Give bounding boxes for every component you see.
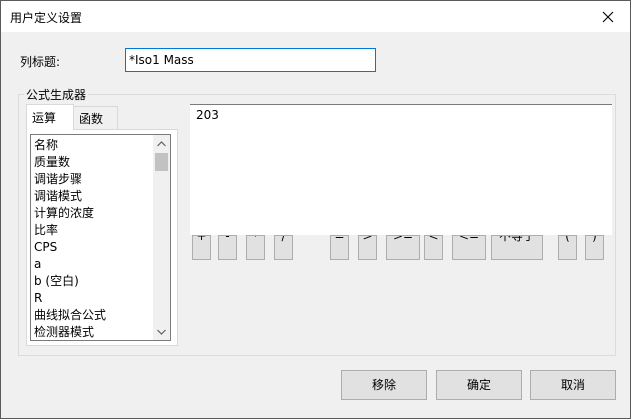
scroll-down-button[interactable] bbox=[153, 323, 170, 340]
operator-label: <= bbox=[458, 235, 480, 243]
variable-list: 名称 质量数 调谐步骤 调谐模式 计算的浓度 比率 CPS a b (空白) R… bbox=[34, 137, 152, 340]
title-bar: 用户定义设置 bbox=[1, 1, 630, 32]
list-item[interactable]: 质量数 bbox=[34, 154, 152, 171]
scroll-thumb[interactable] bbox=[155, 153, 168, 171]
operator-divide-button[interactable]: / bbox=[274, 235, 293, 260]
operator-label: + bbox=[196, 235, 207, 243]
dialog-window: 用户定义设置 列标题: *Iso1 Mass 公式生成器 函数 运算 名称 质量… bbox=[0, 0, 631, 419]
operator-label: < bbox=[428, 235, 439, 243]
operator-less-equal-button[interactable]: <= bbox=[452, 235, 486, 260]
list-item[interactable]: 曲线拟合公式 bbox=[34, 307, 152, 324]
list-item[interactable]: CPS bbox=[34, 239, 152, 256]
operator-greater-equal-button[interactable]: >= bbox=[386, 235, 420, 260]
operator-not-equal-button[interactable]: 不等于 bbox=[491, 235, 543, 260]
list-item[interactable]: b (空白) bbox=[34, 273, 152, 290]
column-title-label: 列标题: bbox=[20, 55, 61, 69]
list-item[interactable]: 比率 bbox=[34, 222, 152, 239]
operator-plus-button[interactable]: + bbox=[192, 235, 211, 260]
operator-label: ( bbox=[565, 235, 570, 243]
operator-label: / bbox=[281, 235, 286, 243]
list-item[interactable]: 调谐模式 bbox=[34, 188, 152, 205]
operator-label: > bbox=[362, 235, 373, 243]
list-item[interactable]: 调谐步骤 bbox=[34, 171, 152, 188]
ok-button[interactable]: 确定 bbox=[436, 370, 522, 400]
chevron-down-icon bbox=[157, 329, 166, 335]
list-item[interactable]: 检测器模式 bbox=[34, 324, 152, 340]
list-scrollbar[interactable] bbox=[153, 135, 170, 340]
column-title-input[interactable]: *Iso1 Mass bbox=[125, 48, 376, 72]
list-item[interactable]: a bbox=[34, 256, 152, 273]
list-item[interactable]: R bbox=[34, 290, 152, 307]
operator-close-paren-button[interactable]: ) bbox=[585, 235, 604, 260]
operator-minus-button[interactable]: - bbox=[218, 235, 237, 260]
expression-textbox[interactable]: 203 bbox=[190, 104, 612, 235]
operator-label: - bbox=[225, 235, 230, 243]
list-item[interactable]: 计算的浓度 bbox=[34, 205, 152, 222]
cancel-button[interactable]: 取消 bbox=[530, 370, 616, 400]
operator-multiply-button[interactable]: * bbox=[246, 235, 265, 260]
operator-label: >= bbox=[392, 235, 414, 243]
formula-builder-legend: 公式生成器 bbox=[24, 86, 89, 103]
remove-button[interactable]: 移除 bbox=[341, 370, 427, 400]
operator-open-paren-button[interactable]: ( bbox=[558, 235, 577, 260]
operator-label: ) bbox=[592, 235, 597, 243]
list-item[interactable]: 名称 bbox=[34, 137, 152, 154]
operator-label: * bbox=[252, 235, 259, 243]
tab-functions[interactable]: 函数 bbox=[73, 106, 118, 129]
chevron-up-icon bbox=[157, 140, 166, 146]
operator-label: 不等于 bbox=[498, 235, 535, 243]
close-icon bbox=[602, 11, 614, 22]
operator-less-button[interactable]: < bbox=[424, 235, 443, 260]
operator-label: = bbox=[334, 235, 345, 243]
operator-greater-button[interactable]: > bbox=[358, 235, 377, 260]
tab-operations[interactable]: 运算 bbox=[26, 104, 74, 130]
scroll-up-button[interactable] bbox=[153, 135, 170, 152]
window-title: 用户定义设置 bbox=[10, 11, 83, 25]
variable-listbox[interactable]: 名称 质量数 调谐步骤 调谐模式 计算的浓度 比率 CPS a b (空白) R… bbox=[30, 134, 171, 341]
close-button[interactable] bbox=[586, 1, 630, 32]
operator-equals-button[interactable]: = bbox=[330, 235, 349, 260]
